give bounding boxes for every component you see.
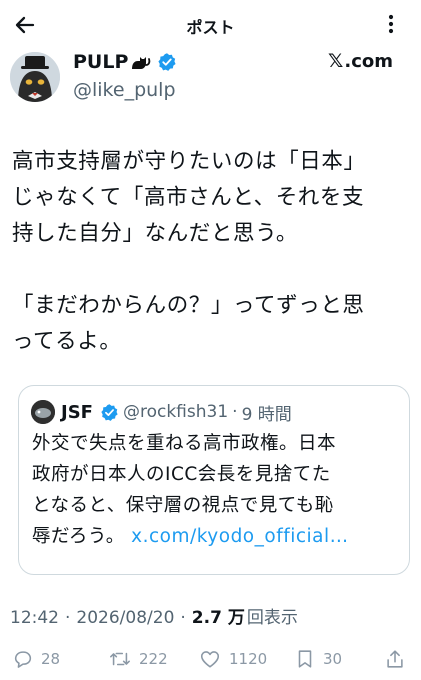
post-line: 持した自分」なんだと思う。 — [12, 221, 299, 246]
quoted-line: 辱だろう。 x.com/kyodo_official… — [32, 521, 402, 552]
verified-badge-icon — [158, 53, 176, 71]
quoted-author-avatar[interactable] — [31, 400, 55, 424]
quoted-line: となると、保守層の視点で見ても恥 — [32, 495, 334, 516]
repost-count: 222 — [139, 650, 168, 668]
post-line: ってるよ。 — [12, 329, 122, 354]
separator-dot: · — [232, 402, 238, 422]
quoted-post-card[interactable]: JSF @rockfish31 · 9 時間 外交で失点を重ねる高市政権。日本 … — [18, 385, 410, 575]
quoted-line: 政府が日本人のICC会長を見捨てた — [32, 464, 331, 485]
quoted-post-time[interactable]: 9 時間 — [242, 400, 292, 425]
bookmark-icon — [298, 650, 312, 668]
quoted-post-link[interactable]: x.com/kyodo_official… — [131, 526, 348, 547]
post-metadata: 12:42 · 2026/08/20 · 2.7 万回表示 — [10, 603, 298, 628]
post-line: 「まだわからんの？」ってずっと思 — [12, 293, 365, 318]
bookmark-button[interactable]: 30 — [294, 648, 342, 670]
reply-count: 28 — [41, 650, 61, 668]
x-logo-icon: 𝕏 — [328, 50, 344, 72]
post-date[interactable]: 2026/08/20 — [76, 608, 174, 628]
author-avatar[interactable] — [10, 52, 60, 102]
page-title: ポスト — [186, 18, 235, 37]
separator-dot: · — [180, 608, 186, 628]
views-label: 回表示 — [246, 608, 298, 628]
top-bar: ポスト — [0, 0, 421, 48]
black-cat-emoji-icon — [132, 57, 151, 69]
quoted-author-name[interactable]: JSF — [61, 402, 93, 423]
post-line: じゃなくて「高市さんと、それを支 — [12, 185, 365, 210]
fish-avatar-image — [31, 400, 55, 424]
reply-button[interactable]: 28 — [12, 648, 60, 670]
quoted-post-header: JSF @rockfish31 · 9 時間 — [31, 400, 292, 425]
repost-button[interactable]: 222 — [108, 648, 168, 670]
post-line: 高市支持層が守りたいのは「日本」 — [12, 149, 366, 174]
like-button[interactable]: 1120 — [198, 648, 267, 670]
author-handle[interactable]: @like_pulp — [73, 79, 176, 101]
cat-avatar-image — [10, 52, 60, 102]
quoted-author-handle[interactable]: @rockfish31 — [123, 402, 228, 422]
quoted-line: 外交で失点を重ねる高市政権。日本 — [32, 433, 337, 454]
author-display-name[interactable]: PULP — [73, 51, 128, 73]
heart-icon — [200, 651, 220, 668]
repost-icon — [110, 652, 130, 666]
more-vertical-icon — [388, 14, 394, 34]
post-text: 高市支持層が守りたいのは「日本」 じゃなくて「高市さんと、それを支 持した自分」… — [12, 144, 412, 360]
more-button[interactable] — [379, 12, 403, 36]
views-count: 2.7 万 — [191, 608, 245, 628]
source-badge: 𝕏 .com — [328, 50, 393, 72]
quoted-post-text: 外交で失点を重ねる高市政権。日本 政府が日本人のICC会長を見捨てた となると、… — [32, 428, 402, 552]
action-bar: 28 222 1120 30 — [0, 648, 421, 680]
like-count: 1120 — [229, 650, 268, 668]
bookmark-count: 30 — [323, 650, 343, 668]
share-icon — [387, 650, 403, 668]
author-name-row[interactable]: PULP — [73, 50, 177, 74]
reply-icon — [14, 651, 32, 668]
share-button[interactable] — [384, 648, 406, 670]
source-label: .com — [344, 50, 393, 72]
verified-badge-icon — [101, 403, 118, 421]
post-time[interactable]: 12:42 — [10, 608, 59, 628]
separator-dot: · — [65, 608, 71, 628]
quoted-line-text: 辱だろう。 — [32, 526, 125, 547]
